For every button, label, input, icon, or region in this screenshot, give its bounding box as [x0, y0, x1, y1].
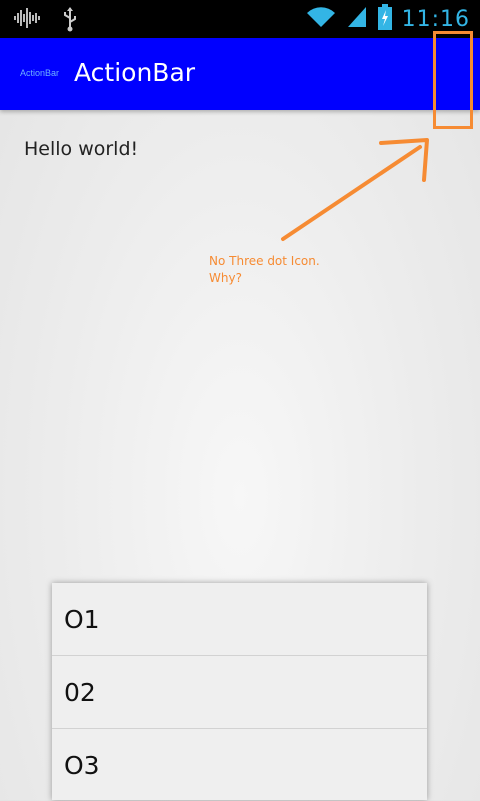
annotation-line-2: Why?: [209, 271, 242, 285]
annotation-line-1: No Three dot Icon.: [209, 254, 320, 268]
menu-item-o3[interactable]: O3: [52, 729, 427, 801]
options-menu: O1 02 O3: [52, 583, 427, 800]
menu-item-o1[interactable]: O1: [52, 583, 427, 656]
annotation-text: No Three dot Icon. Why?: [209, 253, 349, 287]
menu-item-02[interactable]: 02: [52, 656, 427, 729]
